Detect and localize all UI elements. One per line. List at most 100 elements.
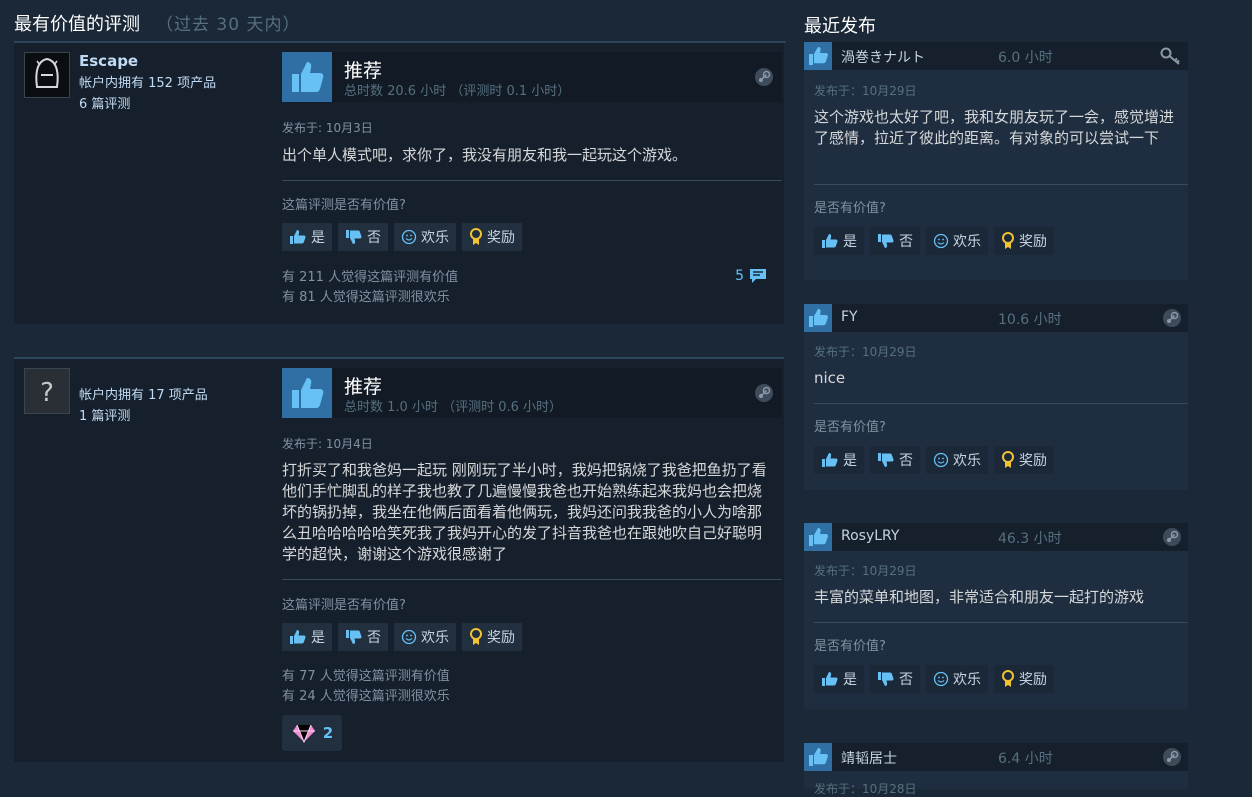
- author-review-count[interactable]: 6 篇评测: [79, 94, 130, 115]
- award-label: 奖励: [1019, 453, 1047, 469]
- recent-review-header[interactable]: FY 10.6 小时: [804, 304, 1188, 332]
- thumbs-down-icon: [346, 230, 362, 244]
- recent-hours: 6.0 小时: [998, 50, 1053, 66]
- review-text: 打折买了和我爸妈一起玩 刚刚玩了半小时，我妈把锅烧了我爸把鱼扔了看他们手忙脚乱的…: [282, 461, 767, 563]
- recent-review-text: 这个游戏也太好了吧，我和女朋友玩了一会，感觉增进了感情，拉近了彼此的距离。有对象…: [814, 108, 1175, 147]
- award-medal-icon: [1002, 451, 1014, 468]
- vote-no-button[interactable]: 否: [870, 446, 920, 474]
- key-icon: [1160, 47, 1180, 65]
- thumbs-up-icon: [822, 234, 838, 248]
- recommendation-bar[interactable]: 推荐 总时数 20.6 小时 （评测时 0.1 小时）: [282, 52, 782, 102]
- recent-author-name[interactable]: RosyLRY: [841, 528, 899, 544]
- thumbs-up-icon: [804, 743, 832, 771]
- vote-funny-button[interactable]: 欢乐: [926, 446, 988, 474]
- award-button[interactable]: 奖励: [462, 223, 522, 251]
- recent-review-text: 丰富的菜单和地图，非常适合和朋友一起打的游戏: [814, 588, 1145, 606]
- divider: [814, 403, 1188, 404]
- award-button[interactable]: 奖励: [994, 665, 1054, 693]
- comments-link[interactable]: 5: [735, 267, 768, 285]
- vote-funny-label: 欢乐: [953, 453, 981, 469]
- author-review-count[interactable]: 1 篇评测: [79, 406, 130, 427]
- recommend-label: 推荐: [344, 60, 383, 82]
- vote-no-button[interactable]: 否: [338, 223, 388, 251]
- vote-yes-button[interactable]: 是: [282, 623, 332, 651]
- steam-icon: [755, 68, 773, 86]
- vote-no-label: 否: [899, 672, 913, 688]
- recent-author-name[interactable]: 渦巻きナルト: [841, 47, 925, 67]
- award-button[interactable]: 奖励: [462, 623, 522, 651]
- vote-funny-label: 欢乐: [953, 672, 981, 688]
- playtime-hours: 总时数 1.0 小时 （评测时 0.6 小时）: [344, 400, 563, 415]
- playtime-hours: 总时数 20.6 小时 （评测时 0.1 小时）: [344, 84, 571, 99]
- review-text: 出个单人模式吧，求你了，我没有朋友和我一起玩这个游戏。: [282, 146, 688, 164]
- vote-buttons: 是 否 欢乐 奖励: [814, 665, 1054, 693]
- recent-hours: 6.4 小时: [998, 751, 1053, 767]
- award-button[interactable]: 奖励: [994, 227, 1054, 255]
- recent-review-header[interactable]: 靖韬居士 6.4 小时: [804, 743, 1188, 771]
- award-medal-icon: [1002, 670, 1014, 687]
- recent-posted-date: 发布于：10月29日: [814, 84, 917, 98]
- smile-icon: [933, 671, 949, 687]
- funny-count: 有 24 人觉得这篇评测很欢乐: [282, 689, 450, 704]
- question-mark-icon: ?: [25, 369, 69, 413]
- vote-yes-button[interactable]: 是: [814, 446, 864, 474]
- award-label: 奖励: [1019, 234, 1047, 250]
- vote-yes-label: 是: [843, 672, 857, 688]
- vote-yes-button[interactable]: 是: [814, 665, 864, 693]
- steam-icon: [1163, 309, 1181, 327]
- recent-posted-date: 发布于：10月29日: [814, 345, 917, 359]
- thumbs-down-icon: [878, 672, 894, 686]
- award-label: 奖励: [1019, 672, 1047, 688]
- vote-yes-label: 是: [311, 230, 325, 246]
- helpful-question: 是否有价值?: [814, 420, 886, 435]
- recent-review-header[interactable]: RosyLRY 46.3 小时: [804, 523, 1188, 551]
- recent-review-card: FY 10.6 小时 发布于：10月29日 nice 是否有价值? 是 否 欢乐…: [804, 304, 1188, 490]
- thumbs-down-icon: [878, 453, 894, 467]
- award-label: 奖励: [487, 230, 515, 246]
- award-medal-icon: [470, 628, 482, 645]
- recent-review-card: 靖韬居士 6.4 小时 发布于：10月28日: [804, 743, 1188, 796]
- thumbs-up-icon: [290, 230, 306, 244]
- vote-yes-label: 是: [843, 453, 857, 469]
- recent-review-header[interactable]: 渦巻きナルト 6.0 小时: [804, 42, 1188, 70]
- vote-no-button[interactable]: 否: [870, 665, 920, 693]
- vote-no-button[interactable]: 否: [870, 227, 920, 255]
- vote-yes-button[interactable]: 是: [814, 227, 864, 255]
- recent-author-name[interactable]: FY: [841, 309, 858, 325]
- recent-review-card: RosyLRY 46.3 小时 发布于：10月29日 丰富的菜单和地图，非常适合…: [804, 523, 1188, 709]
- steam-icon: [755, 384, 773, 402]
- smile-icon: [933, 233, 949, 249]
- received-award-badge[interactable]: 2: [282, 715, 342, 751]
- helpful-question: 这篇评测是否有价值?: [282, 198, 406, 213]
- award-button[interactable]: 奖励: [994, 446, 1054, 474]
- vote-yes-button[interactable]: 是: [282, 223, 332, 251]
- vote-no-button[interactable]: 否: [338, 623, 388, 651]
- review-card: ? 帐户内拥有 17 项产品 1 篇评测 推荐 总时数 1.0 小时 （评测时 …: [14, 357, 784, 762]
- vote-no-label: 否: [367, 230, 381, 246]
- vote-funny-label: 欢乐: [421, 630, 449, 646]
- avatar[interactable]: [24, 52, 70, 98]
- vote-buttons: 是 否 欢乐 奖励: [814, 227, 1054, 255]
- vote-funny-label: 欢乐: [421, 230, 449, 246]
- smile-icon: [933, 452, 949, 468]
- review-card: Escape 帐户内拥有 152 项产品 6 篇评测 推荐 总时数 20.6 小…: [14, 43, 784, 324]
- smile-icon: [401, 229, 417, 245]
- avatar[interactable]: ?: [24, 368, 70, 414]
- most-helpful-period: （过去 30 天内）: [156, 15, 301, 35]
- thumbs-up-icon: [822, 453, 838, 467]
- vote-funny-button[interactable]: 欢乐: [394, 223, 456, 251]
- vote-funny-button[interactable]: 欢乐: [926, 665, 988, 693]
- recent-hours: 46.3 小时: [998, 531, 1062, 547]
- recent-author-name[interactable]: 靖韬居士: [841, 748, 897, 768]
- author-products: 帐户内拥有 152 项产品: [79, 76, 217, 91]
- recent-review-text: nice: [814, 369, 846, 387]
- recommendation-bar[interactable]: 推荐 总时数 1.0 小时 （评测时 0.6 小时）: [282, 368, 782, 418]
- award-medal-icon: [1002, 232, 1014, 249]
- vote-yes-label: 是: [843, 234, 857, 250]
- vote-funny-button[interactable]: 欢乐: [394, 623, 456, 651]
- divider: [282, 180, 782, 181]
- thumbs-up-icon: [804, 304, 832, 332]
- vote-funny-button[interactable]: 欢乐: [926, 227, 988, 255]
- author-name[interactable]: Escape: [79, 52, 138, 70]
- thumbs-down-icon: [878, 234, 894, 248]
